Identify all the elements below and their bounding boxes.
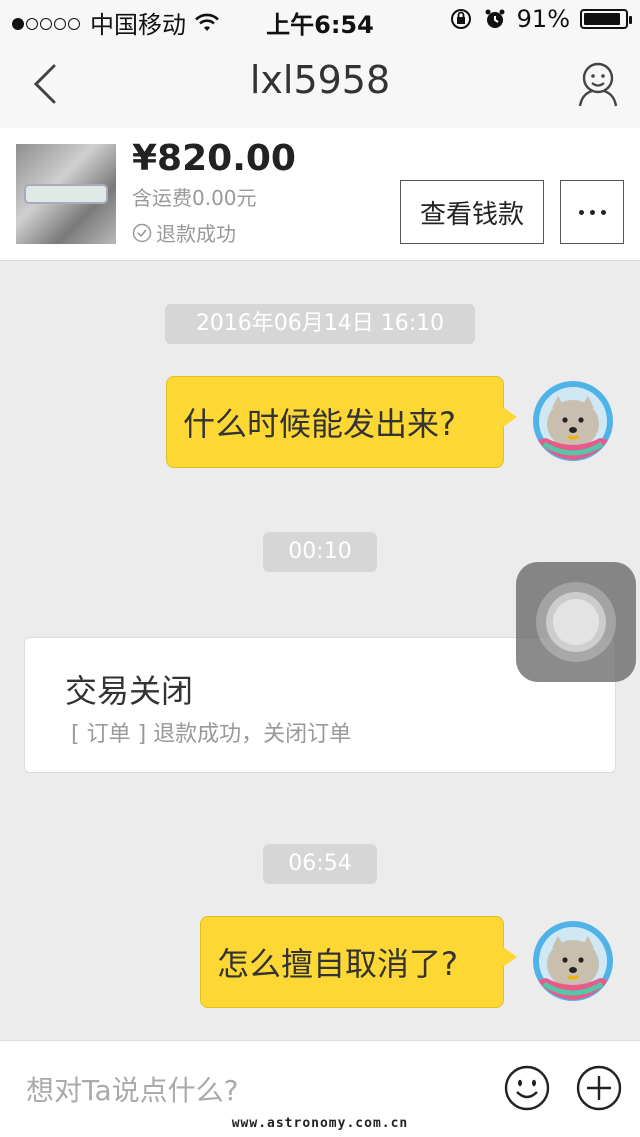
profile-icon[interactable]	[574, 60, 622, 108]
message-timestamp: 00:10	[263, 532, 377, 572]
product-thumbnail[interactable]	[16, 144, 116, 244]
orientation-lock-icon	[450, 9, 471, 29]
outgoing-message-bubble[interactable]: 怎么擅自取消了?	[200, 916, 517, 1008]
chat-title: lxl5958	[249, 58, 391, 102]
nav-bar: lxl5958	[0, 40, 640, 129]
message-timestamp: 2016年06月14日 16:10	[165, 304, 475, 344]
alarm-icon	[485, 9, 505, 28]
product-price: ¥820.00	[132, 138, 296, 179]
assistive-touch-button[interactable]	[516, 562, 636, 682]
message-text: 什么时候能发出来?	[183, 405, 456, 443]
more-dots-icon	[578, 209, 584, 215]
message-text: 怎么擅自取消了?	[217, 945, 458, 983]
watermark-text: www.astronomy.com.cn	[231, 1116, 409, 1131]
user-avatar[interactable]	[530, 378, 616, 464]
more-options-button[interactable]	[560, 180, 624, 244]
product-card[interactable]: ¥820.00 含运费0.00元 退款成功 查看钱款	[0, 128, 640, 261]
view-payment-button[interactable]: 查看钱款	[400, 180, 544, 244]
outgoing-message-bubble[interactable]: 什么时候能发出来?	[166, 376, 517, 468]
battery-icon	[580, 9, 632, 29]
refund-status: 退款成功	[132, 218, 236, 247]
check-circle-icon	[132, 223, 152, 242]
message-input[interactable]	[24, 1067, 488, 1113]
system-message-title: 交易关闭	[65, 672, 194, 710]
message-timestamp: 06:54	[263, 844, 377, 884]
system-message-subtitle: [ 订单 ] 退款成功，关闭订单	[71, 722, 352, 747]
user-avatar[interactable]	[530, 918, 616, 1004]
emoji-icon[interactable]	[504, 1065, 550, 1111]
add-attachment-icon[interactable]	[576, 1065, 622, 1111]
status-bar: 中国移动 上午6:54 91%	[0, 0, 640, 40]
battery-percent: 91%	[516, 5, 570, 33]
status-right: 91%	[449, 5, 632, 33]
shipping-fee: 含运费0.00元	[132, 186, 257, 210]
refund-status-label: 退款成功	[156, 222, 236, 246]
